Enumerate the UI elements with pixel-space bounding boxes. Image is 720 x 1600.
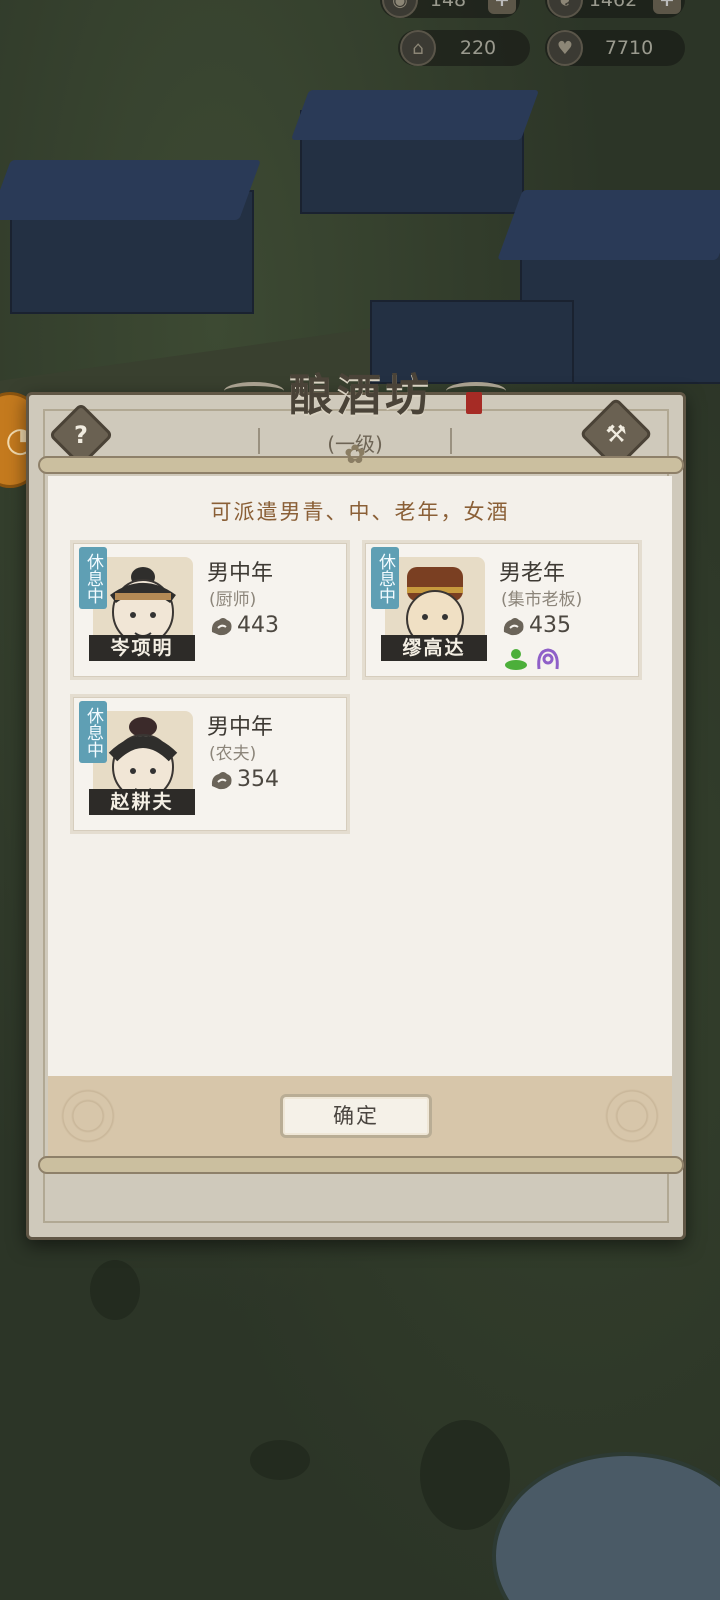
dialog-title: 酿酒坊: [289, 370, 433, 421]
power-value: 435: [529, 613, 571, 638]
add-grain-button[interactable]: +: [653, 0, 681, 14]
worker-name: 缪高达: [381, 635, 487, 661]
building-roof: [0, 160, 261, 220]
resource-value: 220: [459, 37, 497, 59]
power-value: 443: [237, 613, 279, 638]
worker-card[interactable]: 休息中 岑项明 男中年 (厨师) 443: [70, 540, 350, 680]
house-icon: ⌂: [400, 30, 436, 66]
green-sprout-trait-icon: [505, 649, 527, 670]
worker-power: 354: [209, 767, 279, 792]
status-badge: 休息中: [371, 547, 399, 609]
power-value: 354: [237, 767, 279, 792]
worker-card[interactable]: 休息中 缪高达 男老年 (集市老板) 435: [362, 540, 642, 680]
hammer-icon: ⚒: [605, 420, 627, 448]
red-seal-stamp: [466, 392, 482, 414]
resource-value: 7710: [604, 37, 654, 59]
worker-type: 男中年: [207, 561, 274, 586]
worker-card[interactable]: 休息中 赵耕夫 男中年 (农夫) 354: [70, 694, 350, 834]
scroll-rod-bottom: [38, 1156, 684, 1174]
worker-traits: [503, 647, 561, 671]
worker-power: 443: [209, 613, 279, 638]
tree: [420, 1420, 510, 1530]
resource-value: 148: [429, 0, 467, 11]
resource-grain[interactable]: ❦ 1462 +: [545, 0, 685, 18]
resource-coin[interactable]: ◉ 148 +: [380, 0, 520, 18]
worker-name: 岑项明: [89, 635, 195, 661]
tree: [250, 1440, 310, 1480]
purple-hair-trait-icon: [537, 648, 559, 670]
building-roof: [290, 90, 540, 140]
resource-heart[interactable]: ♥ 7710: [545, 30, 685, 66]
status-badge: 休息中: [79, 701, 107, 763]
add-coin-button[interactable]: +: [488, 0, 516, 14]
status-badge: 休息中: [79, 547, 107, 609]
building-roof: [497, 190, 720, 260]
muscle-icon: [211, 771, 232, 789]
muscle-icon: [211, 617, 232, 635]
question-mark-icon: ?: [74, 421, 88, 449]
worker-job: (厨师): [209, 590, 257, 610]
muscle-icon: [503, 617, 524, 635]
worker-job: (农夫): [209, 744, 257, 764]
heart-icon: ♥: [547, 30, 583, 66]
resource-value: 1462: [588, 0, 638, 11]
worker-type: 男中年: [207, 715, 274, 740]
scroll-knot-icon: ✿: [344, 440, 366, 470]
tree: [90, 1260, 140, 1320]
assignment-hint: 可派遣男青、中、老年，女酒: [210, 500, 510, 524]
cloud-swirl-icon: [224, 382, 284, 400]
dialog-title-plate: 酿酒坊: [224, 358, 506, 424]
resource-house[interactable]: ⌂ 220: [398, 30, 530, 66]
worker-type: 男老年: [499, 561, 566, 586]
worker-name: 赵耕夫: [89, 789, 195, 815]
worker-power: 435: [501, 613, 571, 638]
confirm-button[interactable]: 确定: [280, 1094, 432, 1138]
worker-job: (集市老板): [501, 590, 583, 610]
